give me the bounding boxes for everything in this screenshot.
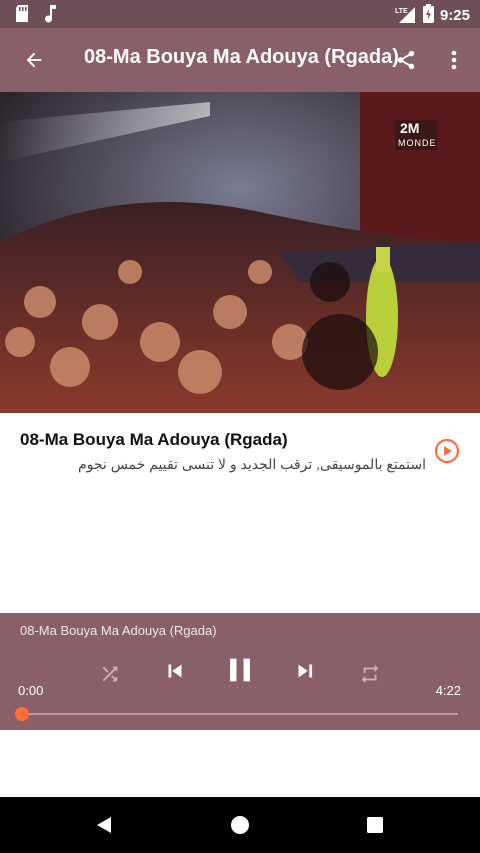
share-button[interactable] [386,40,426,80]
more-options-button[interactable] [434,40,474,80]
repeat-button[interactable] [354,658,386,690]
seek-bar-thumb[interactable] [15,707,29,721]
page-title: 08-Ma Bouya Ma Adouya (Rgada) [84,46,399,68]
status-time: 9:25 [439,7,470,24]
time-current: 0:00 [18,683,44,698]
shuffle-icon [102,666,118,682]
pause-icon [230,658,250,682]
song-description: استمتع بالموسيقى, ترقب الجديد و لا تنسى … [77,456,426,472]
more-vert-icon [451,50,457,70]
lte-signal-icon: LTE [395,5,417,27]
play-circle-icon [434,438,460,464]
status-bar: LTE 9:25 [0,0,480,28]
back-arrow-icon [26,52,42,68]
svg-text:LTE: LTE [395,8,408,15]
video-player[interactable]: 2M MONDE [0,92,480,413]
nav-home-button[interactable] [222,807,258,843]
next-button[interactable] [288,654,322,688]
previous-button[interactable] [158,654,192,688]
nav-recents-button[interactable] [357,807,393,843]
player-track-title: 08-Ma Bouya Ma Adouya (Rgada) [20,623,217,638]
skip-next-icon [298,664,313,678]
channel-logo: 2M [400,120,420,136]
music-note-icon [44,4,58,28]
song-title: 08-Ma Bouya Ma Adouya (Rgada) [20,430,288,449]
channel-logo-sub: MONDE [398,138,437,148]
repeat-icon [361,664,379,684]
battery-icon [422,4,434,27]
player-panel: 08-Ma Bouya Ma Adouya (Rgada) 0:00 4:22 [0,613,480,730]
sd-card-icon [14,4,30,28]
pause-button[interactable] [220,650,260,690]
share-icon [397,50,415,70]
app-bar: 08-Ma Bouya Ma Adouya (Rgada) [0,28,480,92]
shuffle-button[interactable] [94,658,126,690]
back-button[interactable] [14,40,54,80]
play-song-button[interactable] [434,438,460,464]
nav-back-icon [97,817,111,833]
time-total: 4:22 [435,683,461,698]
navigation-bar [0,797,480,853]
skip-previous-icon [168,664,182,678]
nav-recents-icon [367,817,383,833]
nav-back-button[interactable] [86,807,122,843]
nav-home-icon [231,816,249,834]
seek-bar[interactable] [15,707,458,721]
